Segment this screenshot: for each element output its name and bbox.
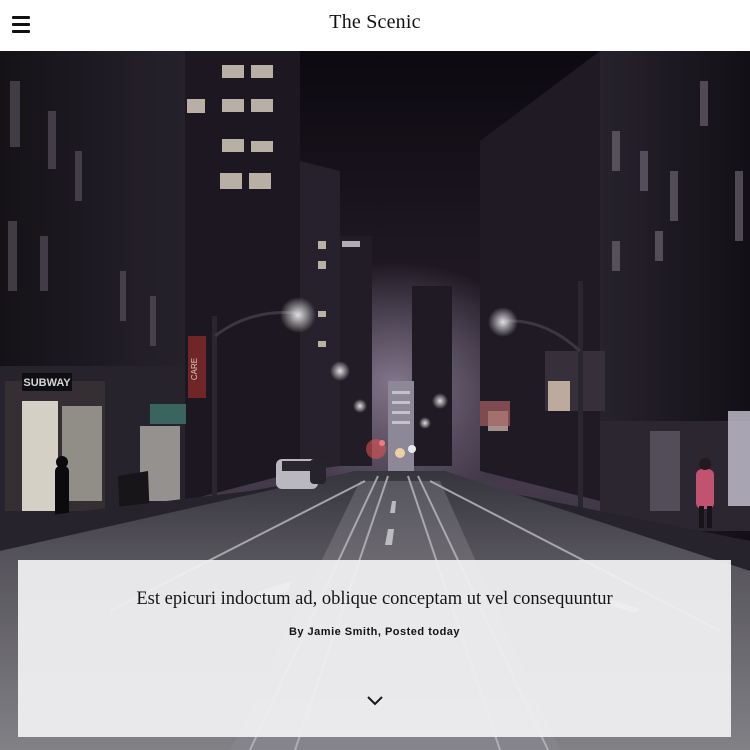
featured-post-card: Est epicuri indoctum ad, oblique concept… — [18, 560, 731, 737]
site-title[interactable]: The Scenic — [0, 11, 750, 34]
site-header: The Scenic — [0, 0, 750, 51]
page: The Scenic SUBWAY CARE Est epicuri indoc… — [0, 0, 750, 750]
post-byline: By Jamie Smith, Posted today — [288, 626, 461, 638]
post-title[interactable]: Est epicuri indoctum ad, oblique concept… — [18, 589, 731, 610]
chevron-down-icon[interactable] — [364, 693, 386, 709]
